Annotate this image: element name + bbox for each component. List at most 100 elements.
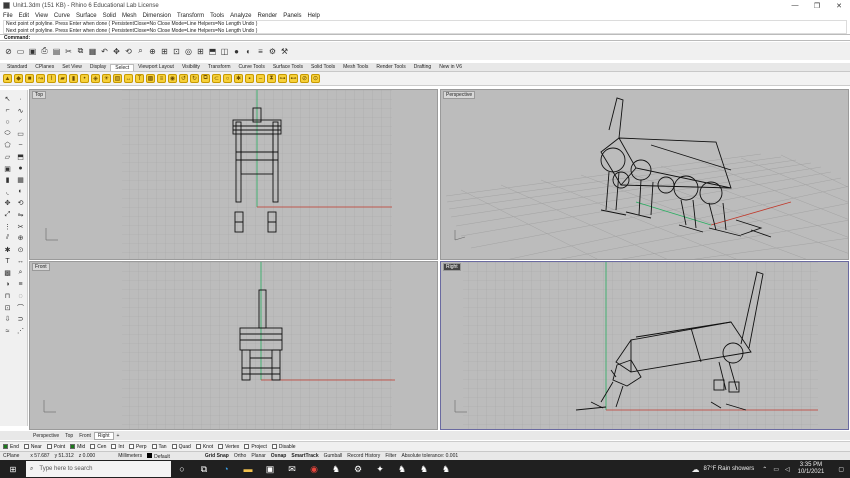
tab-mesh-tools[interactable]: Mesh Tools	[339, 64, 372, 70]
tab-surface-tools[interactable]: Surface Tools	[269, 64, 307, 70]
scale-icon[interactable]: ⤢	[2, 210, 13, 220]
tab-standard[interactable]: Standard	[3, 64, 31, 70]
array-icon[interactable]: ⋮	[2, 222, 13, 232]
store-icon[interactable]: ▣	[259, 460, 281, 478]
osnap-checkbox[interactable]	[3, 444, 8, 449]
point-icon[interactable]: ·	[15, 94, 26, 104]
wireframe-icon[interactable]: ◫	[219, 46, 230, 57]
tab-new-in-v6[interactable]: New in V6	[435, 64, 466, 70]
menu-render[interactable]: Render	[255, 13, 281, 19]
viewtab-front[interactable]: Front	[76, 433, 94, 439]
osnap-checkbox[interactable]	[46, 444, 52, 449]
select-last-icon[interactable]: ↺	[179, 74, 188, 83]
arc-icon[interactable]: ◜	[15, 117, 26, 127]
select-text-icon[interactable]: T	[135, 74, 144, 83]
select-curves-icon[interactable]: ↝	[36, 74, 45, 83]
tab-select[interactable]: Select	[110, 63, 135, 71]
lock-icon[interactable]: ⊓	[2, 291, 13, 301]
select-lights-icon[interactable]: ☀	[102, 74, 111, 83]
task-view-icon[interactable]: ⧉	[193, 460, 215, 478]
osnap-cen[interactable]: Cen	[90, 444, 106, 450]
notifications-icon[interactable]: ▢	[838, 466, 844, 473]
rectangle-icon[interactable]: ▭	[15, 129, 26, 139]
select-open-icon[interactable]: ⊂	[212, 74, 221, 83]
viewport-top[interactable]: Top	[29, 89, 438, 260]
osnap-point[interactable]: Point	[46, 444, 65, 450]
osnap-checkbox[interactable]	[244, 444, 250, 449]
hide-icon[interactable]: ◌	[15, 291, 26, 301]
shaded-icon[interactable]: ●	[231, 46, 242, 57]
freeform-icon[interactable]: ~	[15, 140, 26, 150]
print-icon[interactable]: ⎙	[39, 46, 50, 57]
file-explorer-icon[interactable]: ▬	[237, 460, 259, 478]
osnap-checkbox[interactable]	[23, 444, 29, 449]
copy-icon[interactable]: ⧉	[75, 46, 86, 57]
menu-tools[interactable]: Tools	[207, 13, 227, 19]
blend-icon[interactable]: ≈	[2, 326, 13, 336]
add-viewport-button[interactable]: +	[114, 433, 123, 439]
select-hatch-icon[interactable]: ▩	[146, 74, 155, 83]
select-dims-icon[interactable]: ↔	[124, 74, 133, 83]
ellipse-icon[interactable]: ⬭	[2, 129, 13, 139]
rhino-icon-3[interactable]: ♞	[413, 460, 435, 478]
circle-icon[interactable]: ○	[2, 117, 13, 127]
cylinder-icon[interactable]: ▮	[2, 175, 13, 185]
point-edit-icon[interactable]: ⊡	[2, 303, 13, 313]
osnap-quad[interactable]: Quad	[171, 444, 191, 450]
split-icon[interactable]: ⫽	[2, 233, 13, 243]
viewport-top-label[interactable]: Top	[32, 91, 47, 99]
bend-icon[interactable]: ⌒	[15, 303, 26, 313]
menu-dimension[interactable]: Dimension	[140, 13, 174, 19]
viewport-perspective-label[interactable]: Perspective	[443, 91, 476, 99]
tray-arrow-icon[interactable]: ⌃	[762, 466, 767, 473]
cut-icon[interactable]: ✂	[63, 46, 74, 57]
layer-indicator[interactable]: Default	[147, 452, 175, 460]
select-arrow-icon[interactable]: ↖	[2, 94, 13, 104]
join-icon[interactable]: ⊕	[15, 233, 26, 243]
text-icon[interactable]: T	[2, 256, 13, 266]
osnap-checkbox[interactable]	[195, 444, 201, 449]
viewport-front[interactable]: Front	[29, 261, 438, 430]
layer-icon[interactable]: ≡	[255, 46, 266, 57]
boolean-icon[interactable]: ◐	[15, 187, 26, 197]
toggle-gumball[interactable]: Gumball	[324, 453, 348, 459]
undo-view-icon[interactable]: ◎	[183, 46, 194, 57]
rhino-taskbar-icon[interactable]: ♞	[325, 460, 347, 478]
osnap-checkbox[interactable]	[128, 444, 134, 449]
taskbar-search-box[interactable]: ⌕ Type here to search	[26, 461, 171, 477]
invert-selection-icon[interactable]: ■	[25, 74, 34, 83]
select-previous-icon[interactable]: ↻	[190, 74, 199, 83]
osnap-checkbox[interactable]	[90, 444, 96, 449]
tab-visibility[interactable]: Visibility	[178, 64, 204, 70]
zoom-selected-icon[interactable]: ⊡	[171, 46, 182, 57]
tab-drafting[interactable]: Drafting	[410, 64, 436, 70]
toggle-osnap[interactable]: Osnap	[271, 453, 292, 459]
osnap-int[interactable]: Int	[111, 444, 124, 450]
save-icon[interactable]: ▣	[27, 46, 38, 57]
select-surfaces-icon[interactable]: ▰	[58, 74, 67, 83]
viewport-right[interactable]: Right	[440, 261, 849, 430]
rotate-view-icon[interactable]: ⟲	[123, 46, 134, 57]
menu-curve[interactable]: Curve	[51, 13, 73, 19]
osnap-end[interactable]: End	[3, 444, 19, 450]
tab-render-tools[interactable]: Render Tools	[372, 64, 409, 70]
select-none-icon[interactable]: ◆	[14, 74, 23, 83]
weather-text[interactable]: 87°F Rain showers	[704, 466, 755, 472]
hatch-icon[interactable]: ▩	[2, 268, 13, 278]
select-child-icon[interactable]: ⊶	[278, 74, 287, 83]
mail-icon[interactable]: ✉	[281, 460, 303, 478]
menu-edit[interactable]: Edit	[16, 13, 32, 19]
select-polylines-icon[interactable]: ⌇	[47, 74, 56, 83]
chrome-icon[interactable]: ◉	[303, 460, 325, 478]
menu-help[interactable]: Help	[305, 13, 323, 19]
loft-icon[interactable]: ⋰	[15, 326, 26, 336]
offset-icon[interactable]: ⊃	[15, 314, 26, 324]
mesh-icon[interactable]: ▦	[15, 175, 26, 185]
menu-panels[interactable]: Panels	[280, 13, 304, 19]
mirror-icon[interactable]: ⇋	[15, 210, 26, 220]
select-all-icon[interactable]: ▲	[3, 74, 12, 83]
select-meshes-icon[interactable]: ◈	[91, 74, 100, 83]
select-history-icon[interactable]: ⧗	[267, 74, 276, 83]
tab-cplanes[interactable]: CPlanes	[31, 64, 58, 70]
settings-icon[interactable]: ⚙	[347, 460, 369, 478]
